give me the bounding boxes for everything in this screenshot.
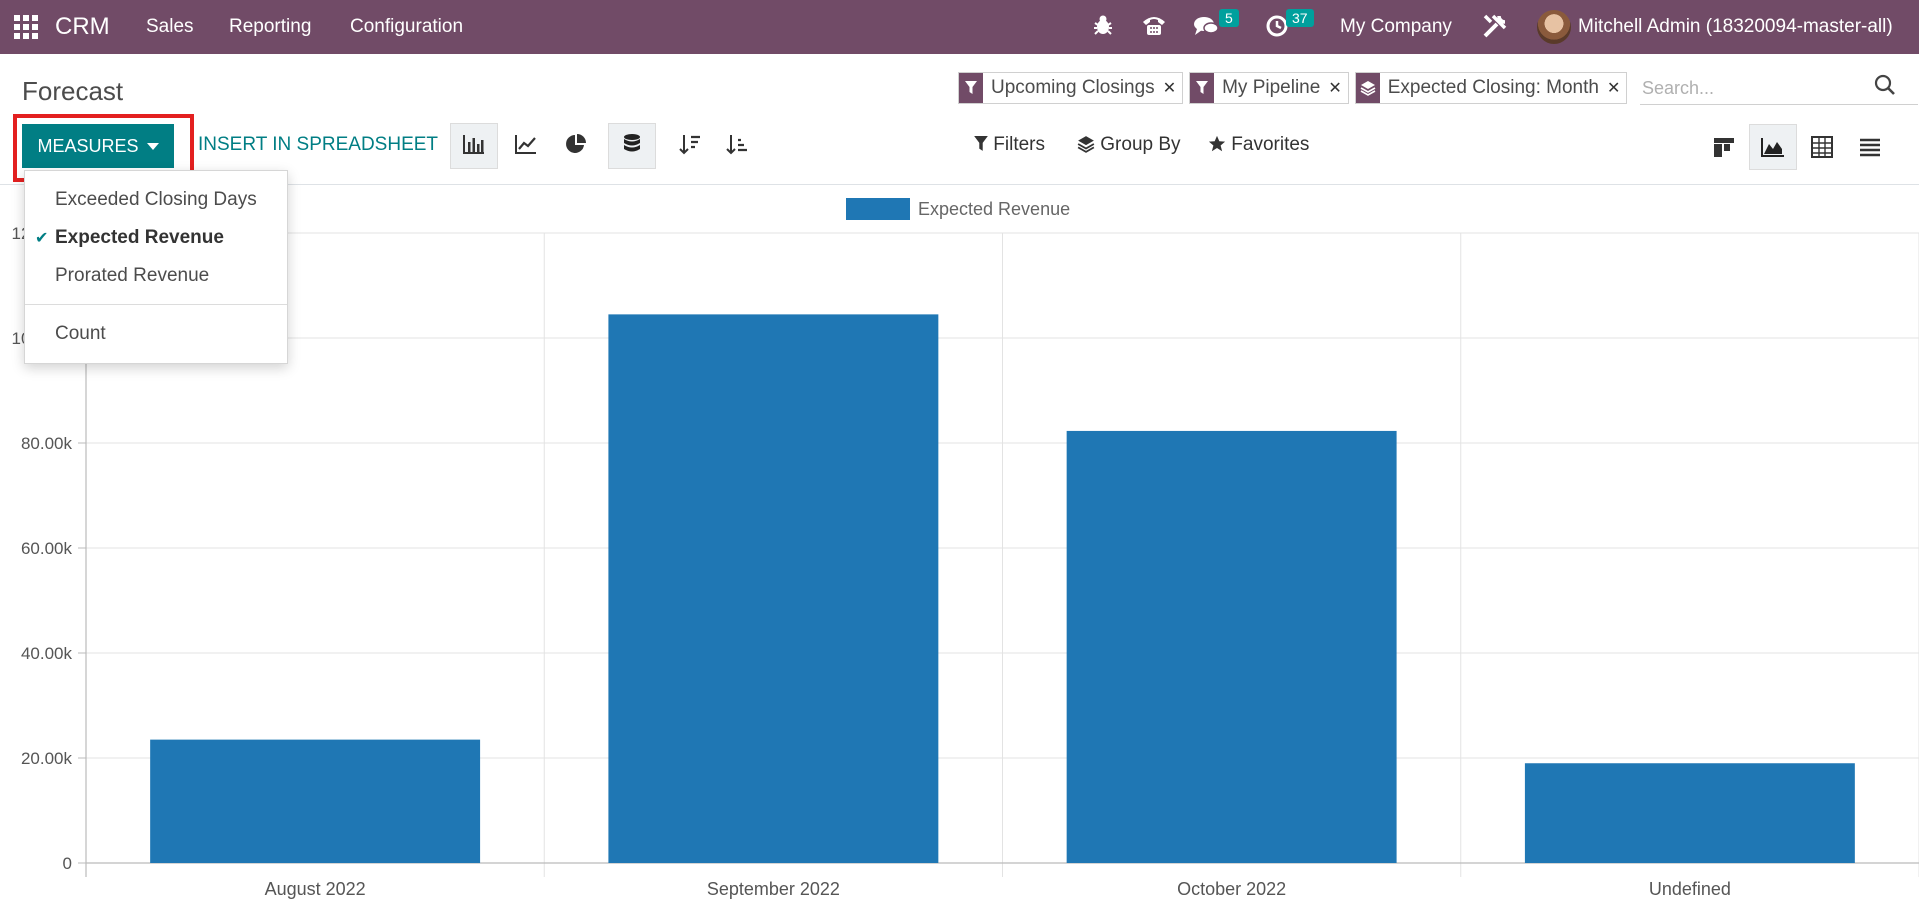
top-navbar: CRM Sales Reporting Configuration 5 37 M…: [0, 0, 1919, 54]
bar: [1066, 430, 1397, 863]
view-pivot-button[interactable]: [1798, 124, 1846, 170]
star-icon: [1208, 135, 1226, 152]
database-icon: [622, 133, 642, 160]
area-chart-icon: [1761, 138, 1784, 157]
line-chart-button[interactable]: [502, 123, 550, 169]
debug-tools-icon[interactable]: [1482, 13, 1508, 44]
favorites-label: Favorites: [1231, 134, 1310, 155]
facet-my-pipeline[interactable]: My Pipeline ✕: [1189, 72, 1349, 104]
x-tick-label: Undefined: [1649, 879, 1731, 899]
menu-configuration[interactable]: Configuration: [350, 16, 463, 38]
search-facets: Upcoming Closings ✕ My Pipeline ✕ Expect…: [958, 72, 1633, 104]
facet-expected-closing-month[interactable]: Expected Closing: Month ✕: [1354, 72, 1628, 104]
y-tick-label: 60.00k: [21, 539, 73, 558]
measure-prorated-revenue[interactable]: Prorated Revenue: [55, 265, 209, 287]
remove-facet-icon[interactable]: ✕: [1607, 78, 1626, 98]
facet-label: Upcoming Closings: [991, 77, 1155, 98]
bar: [150, 739, 481, 863]
bar: [608, 314, 939, 863]
table-icon: [1811, 136, 1833, 158]
menu-sales[interactable]: Sales: [146, 16, 194, 38]
page-title: Forecast: [22, 76, 124, 106]
user-avatar[interactable]: [1537, 10, 1571, 44]
facet-label: My Pipeline: [1222, 77, 1321, 98]
messages-icon[interactable]: [1193, 15, 1219, 42]
y-tick-label: 40.00k: [21, 644, 73, 663]
bar-chart-button[interactable]: [450, 123, 498, 169]
measure-expected-revenue[interactable]: Expected Revenue: [55, 227, 224, 249]
layers-icon: [1355, 73, 1380, 103]
insert-in-spreadsheet-button[interactable]: INSERT IN SPREADSHEET: [198, 134, 438, 156]
apps-menu-icon[interactable]: [14, 15, 38, 39]
remove-facet-icon[interactable]: ✕: [1163, 78, 1182, 98]
x-tick-label: August 2022: [265, 879, 366, 899]
sort-ascending-icon: [726, 133, 748, 160]
checkmark-icon: ✔: [35, 230, 49, 247]
facet-upcoming-closings[interactable]: Upcoming Closings ✕: [958, 72, 1184, 104]
messages-badge: 5: [1219, 9, 1239, 27]
y-tick-label: 80.00k: [21, 434, 73, 453]
y-tick-label: 20.00k: [21, 749, 73, 768]
view-list-button[interactable]: [1846, 124, 1894, 170]
sort-descending-button[interactable]: [666, 123, 714, 169]
view-graph-button[interactable]: [1749, 124, 1797, 170]
favorites-dropdown[interactable]: Favorites: [1208, 134, 1309, 156]
user-menu[interactable]: Mitchell Admin (18320094-master-all): [1578, 16, 1893, 38]
measures-dropdown: Exceeded Closing Days ✔ Expected Revenue…: [24, 170, 288, 364]
search-input[interactable]: [1640, 72, 1874, 104]
menu-reporting[interactable]: Reporting: [229, 16, 311, 38]
group-by-label: Group By: [1100, 134, 1181, 155]
sort-ascending-button[interactable]: [713, 123, 761, 169]
line-chart-icon: [515, 134, 537, 159]
dropdown-divider: [25, 304, 287, 305]
filter-icon: [974, 136, 988, 151]
phone-icon[interactable]: [1141, 14, 1167, 41]
bar-chart-icon: [463, 134, 485, 159]
x-tick-label: October 2022: [1177, 879, 1286, 899]
x-tick-label: September 2022: [707, 879, 840, 899]
measure-exceeded-closing-days[interactable]: Exceeded Closing Days: [55, 189, 257, 211]
filters-dropdown[interactable]: Filters: [974, 134, 1045, 156]
app-name[interactable]: CRM: [55, 13, 110, 41]
search-underline: [1640, 104, 1918, 105]
bug-icon[interactable]: [1093, 14, 1113, 41]
stacked-button[interactable]: [608, 123, 656, 169]
facet-label: Expected Closing: Month: [1387, 77, 1599, 98]
activities-badge: 37: [1286, 9, 1314, 27]
group-by-dropdown[interactable]: Group By: [1077, 134, 1181, 156]
search-icon[interactable]: [1874, 74, 1896, 101]
layers-icon: [1077, 136, 1095, 153]
sort-descending-icon: [679, 133, 701, 160]
kanban-icon: [1714, 138, 1734, 157]
pie-chart-icon: [565, 133, 587, 160]
measure-count[interactable]: Count: [55, 323, 106, 345]
list-icon: [1860, 138, 1880, 157]
bar: [1524, 763, 1855, 863]
pie-chart-button[interactable]: [552, 123, 600, 169]
remove-facet-icon[interactable]: ✕: [1328, 78, 1347, 98]
company-switcher[interactable]: My Company: [1340, 16, 1452, 38]
filter-icon: [1190, 73, 1215, 103]
y-tick-label: 0: [63, 854, 72, 873]
filters-label: Filters: [993, 134, 1046, 155]
filter-icon: [959, 73, 983, 103]
view-kanban-button[interactable]: [1700, 124, 1748, 170]
